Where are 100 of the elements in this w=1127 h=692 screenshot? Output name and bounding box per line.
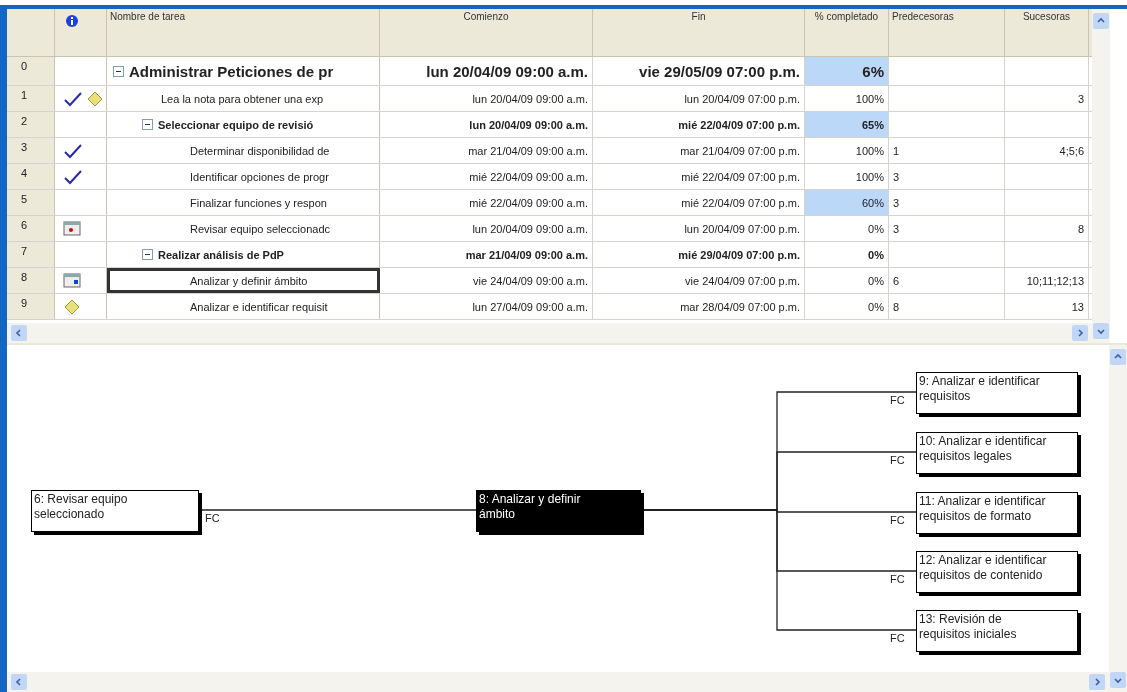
chevron-right-icon bbox=[1075, 328, 1085, 338]
start-date-cell: lun 27/04/09 09:00 a.m. bbox=[380, 294, 593, 319]
percent-cell: 6% bbox=[805, 57, 889, 85]
predecessors-cell: 3 bbox=[889, 216, 1005, 241]
scroll-down-button[interactable] bbox=[1093, 323, 1109, 339]
start-date-cell: lun 20/04/09 09:00 a.m. bbox=[380, 112, 593, 137]
scroll-down-button[interactable] bbox=[1110, 672, 1126, 688]
finish-date-cell: mié 22/04/09 07:00 p.m. bbox=[593, 164, 805, 189]
chevron-left-icon bbox=[14, 328, 24, 338]
info-icon bbox=[66, 15, 78, 27]
finish-date-cell: lun 20/04/09 07:00 p.m. bbox=[593, 86, 805, 111]
successors-cell: 3 bbox=[1005, 86, 1089, 111]
percent-cell: 0% bbox=[805, 216, 889, 241]
scroll-left-button[interactable] bbox=[11, 674, 27, 690]
check-icon bbox=[63, 142, 83, 159]
scroll-up-button[interactable] bbox=[1110, 349, 1126, 365]
task-node[interactable]: 11: Analizar e identificar requisitos de formato bbox=[916, 492, 1078, 534]
task-name-cell[interactable]: Revisar equipo seleccionadc bbox=[107, 216, 380, 241]
row-number: 6 bbox=[7, 216, 55, 241]
column-header[interactable]: Predecesoras bbox=[889, 9, 1005, 56]
row-number: 8 bbox=[7, 268, 55, 293]
percent-cell: 65% bbox=[805, 112, 889, 137]
link-label: FC bbox=[890, 454, 905, 466]
percent-cell: 60% bbox=[805, 190, 889, 215]
predecessors-cell: 3 bbox=[889, 164, 1005, 189]
column-header[interactable]: Sucesoras bbox=[1005, 9, 1089, 56]
task-node[interactable]: 13: Revisión de requisitos iniciales bbox=[916, 610, 1078, 652]
link-label: FC bbox=[890, 573, 905, 585]
collapse-toggle[interactable] bbox=[142, 119, 153, 130]
finish-date-cell: mié 29/04/09 07:00 p.m. bbox=[593, 242, 805, 267]
chevron-right-icon bbox=[1092, 677, 1102, 687]
row-number: 9 bbox=[7, 294, 55, 319]
task-node[interactable]: 9: Analizar e identificar requisitos bbox=[916, 372, 1078, 414]
successors-cell: 13 bbox=[1005, 294, 1089, 319]
task-node[interactable]: 10: Analizar e identificar requisitos legales bbox=[916, 432, 1078, 474]
predecessors-cell: 1 bbox=[889, 138, 1005, 163]
row-number: 3 bbox=[7, 138, 55, 163]
start-date-cell: mar 21/04/09 09:00 a.m. bbox=[380, 138, 593, 163]
collapse-toggle[interactable] bbox=[142, 249, 153, 260]
task-node[interactable]: 8: Analizar y definir ámbito bbox=[476, 490, 641, 532]
successors-cell: 8 bbox=[1005, 216, 1089, 241]
scroll-up-button[interactable] bbox=[1093, 13, 1109, 29]
task-name-cell[interactable]: Analizar y definir ámbito bbox=[107, 268, 380, 293]
start-date-cell: mié 22/04/09 09:00 a.m. bbox=[380, 190, 593, 215]
row-number: 0 bbox=[7, 57, 55, 85]
calendar-icon bbox=[63, 221, 81, 236]
task-name-cell[interactable]: Seleccionar equipo de revisió bbox=[107, 112, 380, 137]
scroll-left-button[interactable] bbox=[11, 325, 27, 341]
successors-cell: 4;5;6 bbox=[1005, 138, 1089, 163]
column-header[interactable]: Fin bbox=[593, 9, 805, 56]
task-name-cell[interactable]: Realizar análisis de PdP bbox=[107, 242, 380, 267]
finish-date-cell: mar 21/04/09 07:00 p.m. bbox=[593, 138, 805, 163]
note-icon bbox=[63, 298, 81, 315]
row-number: 5 bbox=[7, 190, 55, 215]
calendar-icon bbox=[63, 273, 81, 288]
column-header[interactable]: Comienzo bbox=[380, 9, 593, 56]
start-date-cell: lun 20/04/09 09:00 a.m. bbox=[380, 86, 593, 111]
predecessors-cell: 8 bbox=[889, 294, 1005, 319]
task-name-cell[interactable]: Lea la nota para obtener una exp bbox=[107, 86, 380, 111]
check-icon bbox=[63, 90, 83, 107]
percent-cell: 100% bbox=[805, 164, 889, 189]
link-label: FC bbox=[205, 512, 220, 524]
percent-cell: 0% bbox=[805, 294, 889, 319]
start-date-cell: lun 20/04/09 09:00 a.m. bbox=[380, 57, 593, 85]
collapse-toggle[interactable] bbox=[113, 65, 124, 77]
start-date-cell: mar 21/04/09 09:00 a.m. bbox=[380, 242, 593, 267]
chevron-left-icon bbox=[14, 677, 24, 687]
start-date-cell: lun 20/04/09 09:00 a.m. bbox=[380, 216, 593, 241]
start-date-cell: mié 22/04/09 09:00 a.m. bbox=[380, 164, 593, 189]
row-number: 2 bbox=[7, 112, 55, 137]
successors-cell: 10;11;12;13 bbox=[1005, 268, 1089, 293]
chevron-down-icon bbox=[1113, 675, 1123, 685]
column-header[interactable]: Nombre de tarea bbox=[107, 9, 380, 56]
finish-date-cell: vie 24/04/09 07:00 p.m. bbox=[593, 268, 805, 293]
predecessors-cell: 6 bbox=[889, 268, 1005, 293]
row-number: 4 bbox=[7, 164, 55, 189]
percent-cell: 0% bbox=[805, 242, 889, 267]
finish-date-cell: lun 20/04/09 07:00 p.m. bbox=[593, 216, 805, 241]
column-header[interactable]: % completado bbox=[805, 9, 889, 56]
link-label: FC bbox=[890, 632, 905, 644]
link-label: FC bbox=[890, 394, 905, 406]
task-name-cell[interactable]: Identificar opciones de progr bbox=[107, 164, 380, 189]
task-node[interactable]: 6: Revisar equipo seleccionado bbox=[31, 490, 199, 532]
predecessors-cell: 3 bbox=[889, 190, 1005, 215]
task-name-cell[interactable]: Determinar disponibilidad de bbox=[107, 138, 380, 163]
scroll-right-button[interactable] bbox=[1072, 325, 1088, 341]
note-icon bbox=[86, 90, 104, 107]
task-name-cell[interactable]: Analizar e identificar requisit bbox=[107, 294, 380, 319]
finish-date-cell: mar 28/04/09 07:00 p.m. bbox=[593, 294, 805, 319]
percent-cell: 0% bbox=[805, 268, 889, 293]
link-label: FC bbox=[890, 514, 905, 526]
percent-cell: 100% bbox=[805, 86, 889, 111]
task-name-cell[interactable]: Administrar Peticiones de pr bbox=[107, 57, 380, 85]
task-name-cell[interactable]: Finalizar funciones y respon bbox=[107, 190, 380, 215]
chevron-down-icon bbox=[1096, 326, 1106, 336]
scroll-right-button[interactable] bbox=[1089, 674, 1105, 690]
task-node[interactable]: 12: Analizar e identificar requisitos de contenido bbox=[916, 551, 1078, 593]
row-number: 1 bbox=[7, 86, 55, 111]
start-date-cell: vie 24/04/09 09:00 a.m. bbox=[380, 268, 593, 293]
row-number: 7 bbox=[7, 242, 55, 267]
